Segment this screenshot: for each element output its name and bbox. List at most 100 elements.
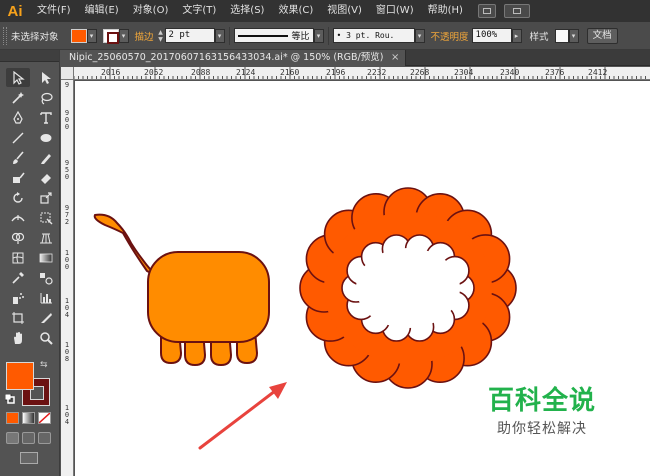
slice-tool[interactable] [34,308,58,327]
lasso-tool[interactable] [34,88,58,107]
width-tool[interactable] [6,208,30,227]
fill-swatch[interactable] [70,28,87,43]
magic-wand-icon [12,91,24,104]
paintbrush-tool[interactable] [6,148,30,167]
eyedropper-tool[interactable] [6,268,30,287]
lasso-icon [41,92,53,104]
screen-mode-button[interactable] [20,452,38,464]
line-segment-icon [12,132,24,143]
menu-type[interactable]: 文字(T) [175,0,223,22]
none-mode-button[interactable] [38,412,51,424]
menu-view[interactable]: 视图(V) [320,0,369,22]
mesh-tool[interactable] [6,248,30,267]
watermark-subtitle: 助你轻松解决 [497,421,587,437]
rotate-tool[interactable] [6,188,30,207]
swap-fill-stroke-icon[interactable]: ⇆ [40,360,48,370]
direct-selection-tool[interactable] [34,68,58,87]
bridge-icon[interactable] [477,4,496,18]
column-graph-tool[interactable] [34,288,58,307]
fill-color-box[interactable] [6,362,34,390]
selection-tool[interactable] [6,68,30,87]
type-tool[interactable] [34,108,58,127]
opacity-panel-link[interactable]: 不透明度 [431,29,469,43]
stroke-panel-link[interactable]: 描边 [135,29,154,43]
menu-window[interactable]: 窗口(W) [369,0,421,22]
ruler-h-label: 2268 [410,68,430,77]
gradient-tool[interactable] [34,248,58,267]
zoom-tool[interactable] [34,328,58,347]
menu-help[interactable]: 帮助(H) [421,0,470,22]
ruler-h-label: 2412 [588,68,608,77]
stroke-weight-spinner[interactable]: ▲ ▼ [157,29,165,43]
animal-tail [93,213,156,276]
brush-dropdown-icon[interactable]: ▾ [414,28,425,43]
ruler-h-label: 2232 [367,68,387,77]
mesh-icon [12,252,24,263]
animal-body [147,251,270,343]
hand-tool[interactable] [6,328,30,347]
profile-dropdown-icon[interactable]: ▾ [313,28,324,43]
style-dropdown-icon[interactable]: ▾ [568,28,579,43]
artboard-tool[interactable] [6,308,30,327]
blob-brush-icon [13,172,25,183]
pencil-icon [41,153,51,164]
stroke-swatch[interactable] [102,28,119,44]
tools-panel-header[interactable] [0,50,59,62]
vertical-ruler[interactable]: 9 900 950 972 100 104 108 104 [61,80,74,476]
stroke-weight-field[interactable]: 2 pt [164,28,215,43]
draw-normal-button[interactable] [6,432,19,444]
document-setup-button[interactable]: 文档 [586,27,618,44]
blend-icon [40,272,53,285]
blob-brush-tool[interactable] [6,168,30,187]
ruler-h-label: 2196 [326,68,346,77]
animal-illustration[interactable] [93,213,270,367]
draw-behind-button[interactable] [22,432,35,444]
draw-mode-row [6,432,51,444]
perspective-grid-tool[interactable] [34,228,58,247]
magic-wand-tool[interactable] [6,88,30,107]
opacity-field[interactable]: 100% [471,28,512,43]
blend-tool[interactable] [34,268,58,287]
panel-grip[interactable] [3,26,7,45]
fill-dropdown-icon[interactable]: ▾ [86,28,97,43]
menu-effect[interactable]: 效果(C) [271,0,320,22]
menu-edit[interactable]: 编辑(E) [78,0,126,22]
fill-stroke-controls: ⇆ [4,358,56,408]
close-tab-icon[interactable]: × [391,50,399,66]
stroke-dropdown-icon[interactable]: ▾ [118,28,129,43]
perspective-grid-icon [40,233,52,243]
selection-arrow-icon [13,70,25,85]
artboard-icon [12,311,24,324]
draw-inside-button[interactable] [38,432,51,444]
free-transform-tool[interactable] [34,208,58,227]
menu-select[interactable]: 选择(S) [223,0,271,22]
pencil-tool[interactable] [34,148,58,167]
scale-tool[interactable] [34,188,58,207]
line-tool[interactable] [6,128,30,147]
ellipse-tool[interactable] [34,128,58,147]
horizontal-ruler[interactable]: 2016 2052 2088 2124 2160 2196 2232 2268 … [61,67,650,80]
artboard-canvas[interactable]: 百科全说 助你轻松解决 [75,81,650,476]
pen-tool[interactable] [6,108,30,127]
stroke-weight-dropdown-icon[interactable]: ▾ [214,28,225,43]
brush-definition[interactable]: • 3 pt. Rou. [332,28,415,43]
width-icon [11,214,25,221]
scalloped-ring[interactable] [299,187,517,389]
ring-hole-body [356,248,460,328]
hand-icon [14,331,22,344]
ruler-origin[interactable] [61,67,74,80]
symbol-sprayer-tool[interactable] [6,288,30,307]
gradient-mode-button[interactable] [22,412,35,424]
menu-object[interactable]: 对象(O) [126,0,176,22]
opacity-dropdown-icon[interactable]: ▸ [511,28,522,43]
default-fill-stroke-icon[interactable] [5,394,15,404]
menu-file[interactable]: 文件(F) [30,0,78,22]
arrange-documents-icon[interactable] [503,4,530,18]
document-tab[interactable]: Nipic_25060570_20170607163156433034.ai* … [61,50,407,66]
variable-width-profile[interactable]: 等比 [233,28,314,43]
shape-builder-tool[interactable] [6,228,30,247]
graphic-style-swatch[interactable] [554,28,569,43]
color-mode-button[interactable] [6,412,19,424]
color-mode-row [6,412,51,424]
eraser-tool[interactable] [34,168,58,187]
